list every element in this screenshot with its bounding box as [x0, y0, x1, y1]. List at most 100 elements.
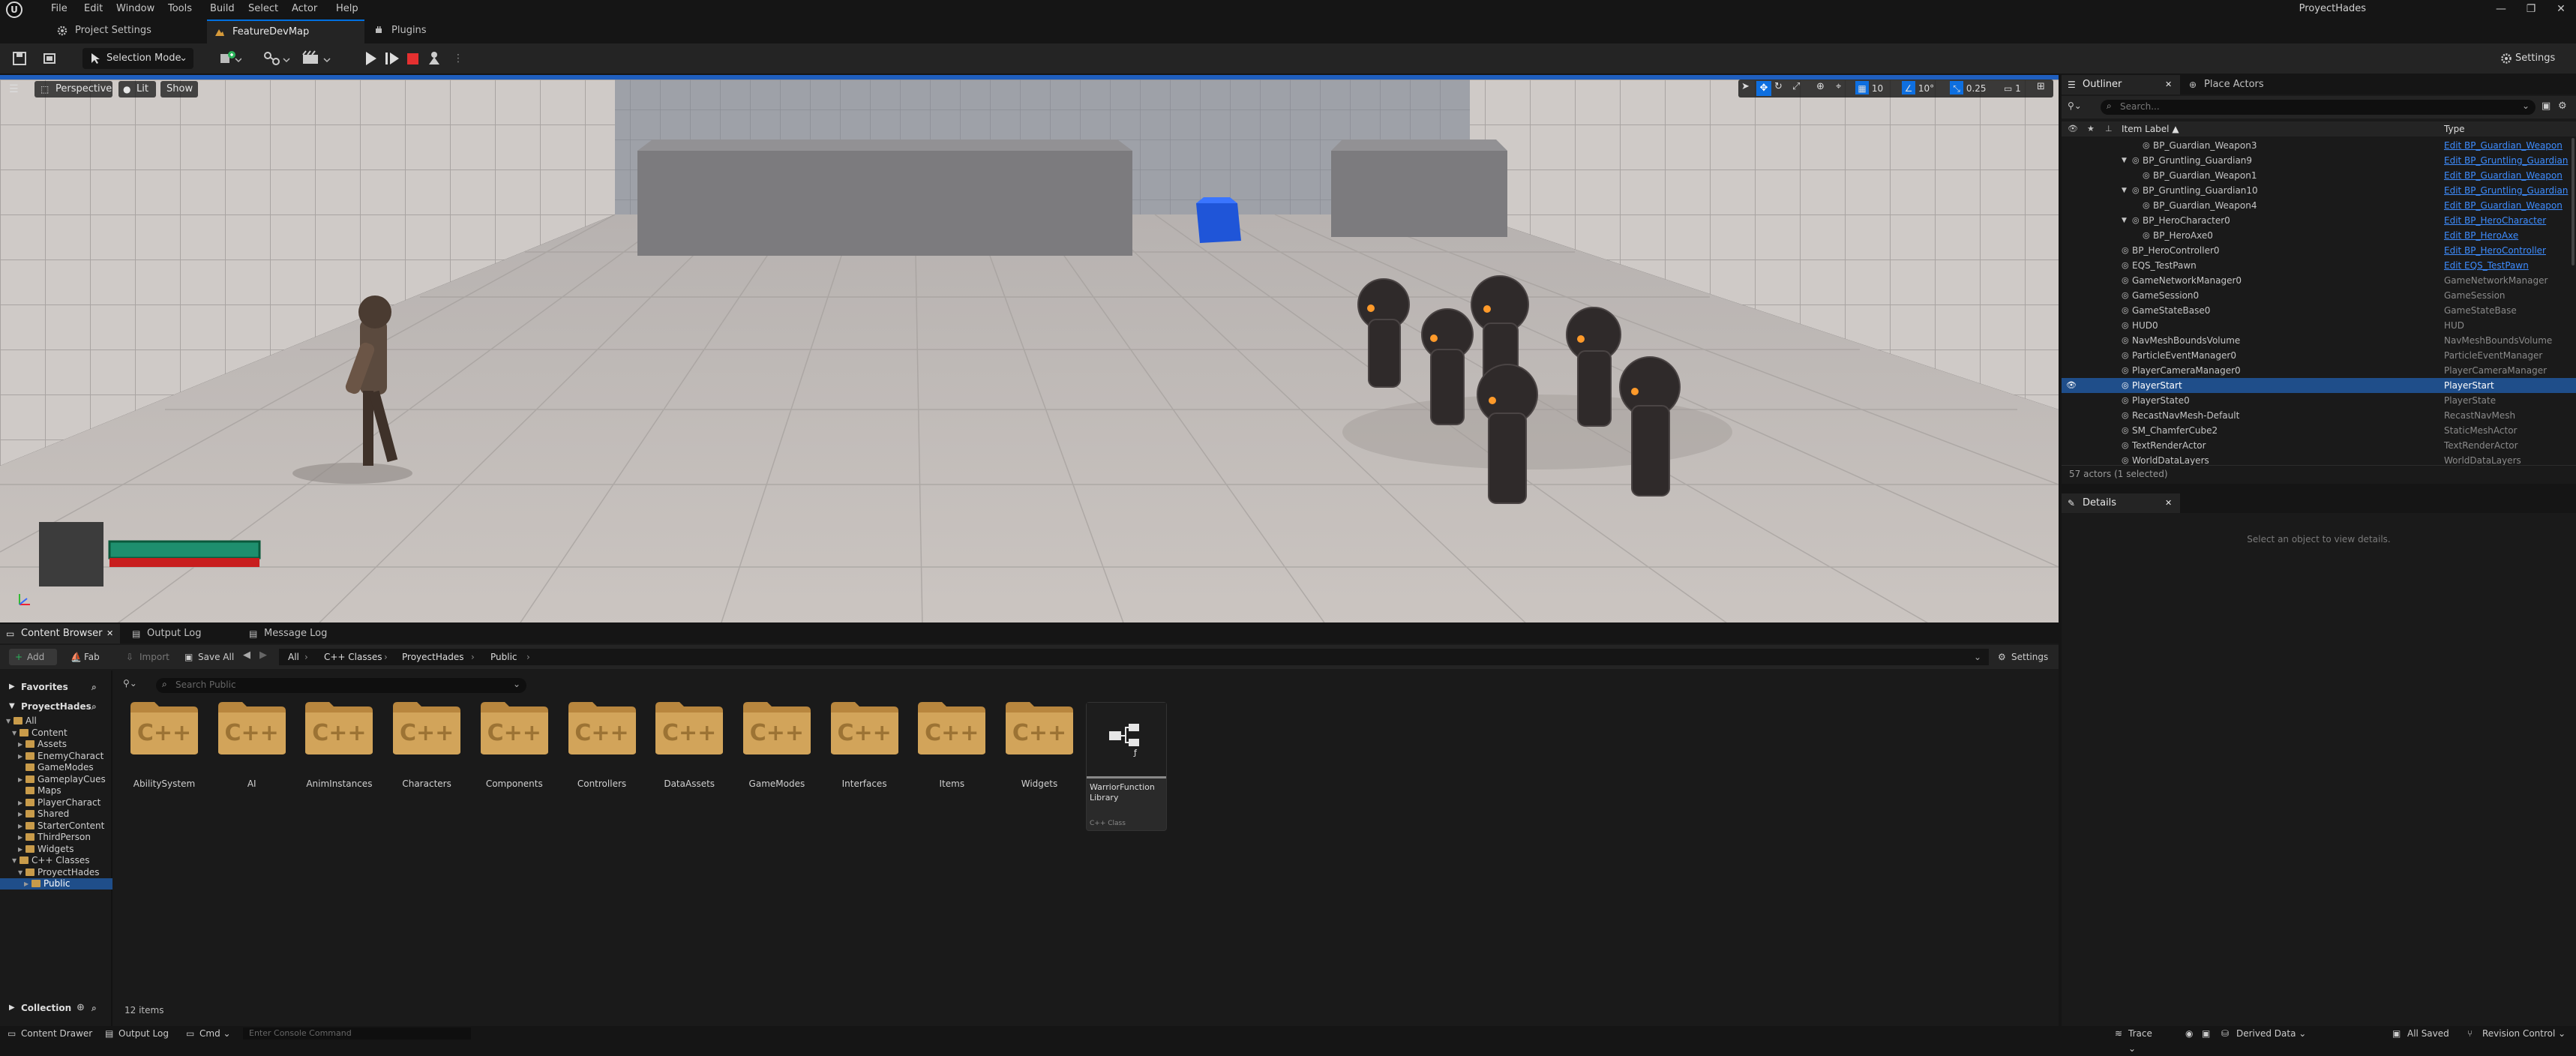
folder-tile[interactable]: C++ AnimInstances — [298, 699, 380, 796]
expand-chevron-icon[interactable]: ▶ — [18, 808, 22, 820]
visibility-header-icon[interactable]: 👁 — [2068, 122, 2078, 136]
folder-tile[interactable]: C++ DataAssets — [648, 699, 730, 796]
stop-icon[interactable] — [405, 50, 421, 68]
trace-button[interactable]: ≋ Trace ⌄ — [2115, 1026, 2160, 1054]
screenshot-icon[interactable]: ▣ — [2202, 1026, 2214, 1041]
more-options-icon[interactable]: ⋮ — [453, 52, 463, 64]
scale-tool-icon[interactable]: ⤢ — [1792, 81, 1806, 96]
expand-chevron-icon[interactable]: ▼ — [12, 855, 16, 866]
expand-chevron-icon[interactable]: ▶ — [18, 832, 22, 843]
folder-tree-item[interactable]: ▶ EnemyCharact — [0, 751, 112, 762]
outliner-row[interactable]: ◎ BP_Guardian_Weapon1 Edit BP_Guardian_Wea… — [2062, 168, 2576, 183]
tab-project-settings[interactable]: Project Settings — [49, 20, 204, 44]
outliner-row[interactable]: ◎ GameStateBase0 GameStateBase — [2062, 303, 2576, 318]
edit-blueprint-link[interactable]: Edit BP_HeroCharacter — [2444, 213, 2546, 228]
camera-speed-button[interactable]: ▭ 1 — [2004, 81, 2034, 96]
menu-help[interactable]: Help — [336, 0, 358, 18]
edit-blueprint-link[interactable]: Edit BP_Gruntling_Guardian — [2444, 153, 2568, 168]
tab-place-actors[interactable]: ⊕ Place Actors — [2183, 75, 2288, 94]
menu-tools[interactable]: Tools — [168, 0, 192, 18]
favorites-header[interactable]: ▶ Favorites ⌕ — [0, 680, 112, 694]
add-button[interactable]: + Add — [9, 649, 57, 665]
all-saved-button[interactable]: ▣ All Saved — [2392, 1026, 2460, 1041]
outliner-row[interactable]: ◎ PlayerState0 PlayerState — [2062, 393, 2576, 408]
expand-chevron-icon[interactable]: ▶ — [18, 739, 22, 750]
outliner-row[interactable]: ◎ ParticleEventManager0 ParticleEventManag… — [2062, 348, 2576, 363]
project-header[interactable]: ▼ ProyectHades ⌕ — [0, 699, 112, 714]
back-icon[interactable]: ◀ — [243, 650, 256, 663]
eject-icon[interactable] — [426, 50, 442, 68]
search-icon[interactable]: ⌕ — [91, 999, 97, 1017]
lit-dropdown[interactable]: ● Lit — [118, 81, 156, 98]
search-icon[interactable]: ⌕ — [91, 680, 97, 694]
scale-snap-button[interactable]: ⤡ 0.25 — [1950, 81, 1999, 96]
folder-tree-item[interactable]: Maps — [0, 785, 112, 796]
expand-chevron-icon[interactable]: ▶ — [18, 774, 22, 785]
folder-tree-item[interactable]: ▼ C++ Classes — [0, 855, 112, 866]
folder-tree-item[interactable]: ▶ PlayerCharact — [0, 797, 112, 808]
outliner-row[interactable]: 👁 ◎ PlayerStart PlayerStart — [2062, 378, 2576, 393]
tab-outliner[interactable]: ☰ Outliner ✕ — [2062, 75, 2180, 94]
outliner-row[interactable]: ◎ SM_ChamferCube2 StaticMeshActor — [2062, 423, 2576, 438]
visibility-icon[interactable]: 👁 — [2066, 378, 2077, 393]
cmd-dropdown[interactable]: ▭ Cmd ⌄ — [186, 1026, 238, 1041]
edit-blueprint-link[interactable]: Edit BP_Guardian_Weapon — [2444, 198, 2563, 213]
menu-build[interactable]: Build — [210, 0, 235, 18]
folder-tile[interactable]: C++ Interfaces — [823, 699, 906, 796]
forward-icon[interactable]: ▶ — [259, 650, 273, 663]
folder-tree-item[interactable]: GameModes — [0, 762, 112, 773]
outliner-row[interactable]: ▼ ◎ BP_Gruntling_Guardian9 Edit BP_Gruntlin… — [2062, 153, 2576, 168]
expand-chevron-icon[interactable]: ▼ — [2122, 183, 2127, 198]
cb-settings-button[interactable]: ⚙ Settings — [1995, 649, 2055, 665]
expand-chevron-icon[interactable]: ▶ — [18, 797, 22, 808]
expand-chevron-icon[interactable]: ▼ — [12, 728, 16, 739]
close-window-button[interactable]: ✕ — [2542, 0, 2576, 18]
expand-chevron-icon[interactable]: ▶ — [18, 751, 22, 762]
revision-control-button[interactable]: ⑂ Revision Control ⌄ — [2467, 1026, 2572, 1041]
menu-actor[interactable]: Actor — [292, 0, 317, 18]
class-asset-tile[interactable]: ƒ WarriorFunction Library C++ Class — [1086, 702, 1167, 831]
content-drawer-button[interactable]: ▭ Content Drawer — [7, 1026, 96, 1041]
scene-render[interactable] — [0, 80, 2059, 622]
outliner-row[interactable]: ◎ GameNetworkManager0 GameNetworkManager — [2062, 273, 2576, 288]
outliner-row[interactable]: ◎ GameSession0 GameSession — [2062, 288, 2576, 303]
folder-tree-item[interactable]: ▶ StarterContent — [0, 820, 112, 832]
show-dropdown[interactable]: Show — [160, 81, 198, 98]
outliner-row[interactable]: ▼ ◎ BP_Gruntling_Guardian10 Edit BP_Gruntli… — [2062, 183, 2576, 198]
folder-tree-item[interactable]: ▶ Public — [0, 878, 112, 890]
outliner-row[interactable]: ◎ NavMeshBoundsVolume NavMeshBoundsVolume — [2062, 333, 2576, 348]
folder-tile[interactable]: C++ GameModes — [736, 699, 818, 796]
menu-window[interactable]: Window — [116, 0, 154, 18]
star-header-icon[interactable]: ★ — [2087, 122, 2095, 136]
edit-blueprint-link[interactable]: Edit BP_HeroController — [2444, 243, 2546, 258]
breadcrumb-project[interactable]: ProyectHades — [402, 649, 463, 665]
filter-icon[interactable]: ⚲⌄ — [2068, 100, 2093, 114]
folder-tree-item[interactable]: ▶ Assets — [0, 739, 112, 750]
breadcrumb-cpp-classes[interactable]: C++ Classes — [324, 649, 382, 665]
import-button[interactable]: ⇩ Import — [123, 649, 175, 665]
search-icon[interactable]: ⌕ — [91, 699, 97, 714]
folder-tile[interactable]: C++ Controllers — [561, 699, 643, 796]
close-icon[interactable]: ✕ — [2165, 75, 2172, 94]
play-icon[interactable] — [363, 50, 379, 68]
outliner-row[interactable]: ◎ BP_Guardian_Weapon4 Edit BP_Guardian_Wea… — [2062, 198, 2576, 213]
fab-button[interactable]: ⛵ Fab — [67, 649, 112, 665]
folder-tile[interactable]: C++ Components — [473, 699, 556, 796]
close-icon[interactable]: ✕ — [106, 624, 113, 644]
rotate-tool-icon[interactable]: ↻ — [1774, 81, 1788, 96]
blueprint-icon[interactable] — [262, 50, 292, 68]
outliner-row[interactable]: ◎ RecastNavMesh-Default RecastNavMesh — [2062, 408, 2576, 423]
chevron-down-icon[interactable]: ⌄ — [1974, 649, 1981, 665]
tab-message-log[interactable]: ▤ Message Log — [243, 624, 355, 644]
menu-select[interactable]: Select — [248, 0, 278, 18]
outliner-search-input[interactable]: ⌕ Search... ⌄ — [2101, 100, 2536, 115]
tab-plugins[interactable]: Plugins — [366, 20, 456, 44]
simulate-icon[interactable] — [384, 50, 400, 68]
expand-chevron-icon[interactable]: ▼ — [6, 716, 10, 727]
cinematics-icon[interactable] — [301, 50, 333, 68]
rotation-snap-button[interactable]: ∠ 10° — [1902, 81, 1944, 96]
folder-tile[interactable]: C++ Widgets — [998, 699, 1081, 796]
outliner-row[interactable]: ◎ HUD0 HUD — [2062, 318, 2576, 333]
move-tool-icon[interactable]: ✥ — [1756, 81, 1771, 96]
folder-tile[interactable]: C++ Items — [910, 699, 993, 796]
